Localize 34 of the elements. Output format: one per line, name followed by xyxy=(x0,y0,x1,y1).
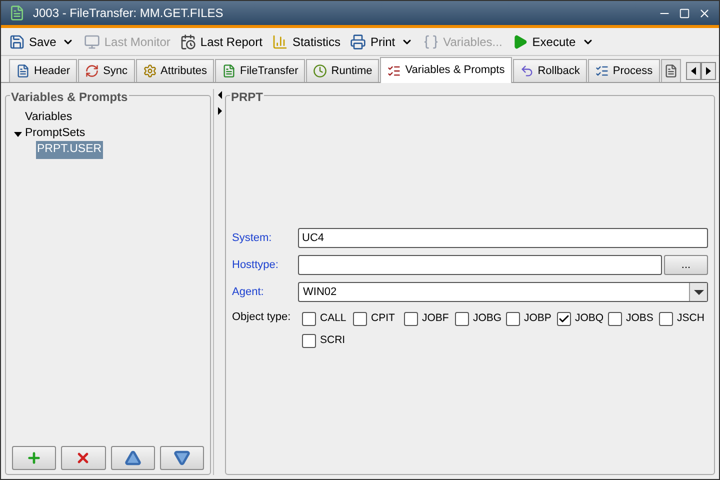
tree-item[interactable]: PromptSets xyxy=(24,125,86,143)
text-field[interactable]: UC4 xyxy=(298,228,708,248)
tree-item[interactable]: Variables xyxy=(24,109,74,127)
tab[interactable]: Variables & Prompts xyxy=(380,57,512,83)
tab[interactable]: Rollback xyxy=(512,59,587,82)
toolbar-button[interactable]: Last Report xyxy=(180,32,262,50)
window-title: J003 - FileTransfer: MM.GET.FILES xyxy=(33,5,224,22)
toolbar-button[interactable]: Save xyxy=(9,32,56,50)
checkbox-label: CPIT xyxy=(371,311,395,326)
checkbox-label: JOBF xyxy=(422,311,449,326)
tab[interactable]: Sync xyxy=(78,59,135,82)
dropdown-value: WIN02 xyxy=(302,284,338,300)
tab[interactable]: Attributes xyxy=(136,59,214,82)
field-label: Object type: xyxy=(232,310,292,325)
toolbar-button[interactable]: Statistics xyxy=(272,32,340,50)
field-label: Hosttype: xyxy=(232,258,280,273)
checkbox-label: JOBQ xyxy=(575,311,604,326)
checkbox-label: JSCH xyxy=(677,311,704,326)
tab[interactable]: Header xyxy=(9,59,78,82)
field-label: Agent: xyxy=(232,284,265,300)
checkbox-label: SCRI xyxy=(320,332,346,348)
tab[interactable]: Runtime xyxy=(306,59,380,82)
field-label: System: xyxy=(232,230,273,246)
tab[interactable]: Process xyxy=(588,59,660,82)
browse-button[interactable]: ... xyxy=(664,255,708,275)
dropdown-field[interactable]: WIN02 xyxy=(298,282,708,302)
checkbox-label: JOBG xyxy=(473,311,502,326)
checkbox-label: CALL xyxy=(320,311,346,326)
tree-item[interactable]: PRPT.USER xyxy=(36,141,103,159)
checkbox-label: JOBP xyxy=(524,311,552,326)
checkbox-label: JOBS xyxy=(626,311,654,326)
tab[interactable]: FileTransfer xyxy=(215,59,306,82)
toolbar-button[interactable]: Execute xyxy=(512,32,576,50)
toolbar-button[interactable]: Print xyxy=(350,32,396,50)
